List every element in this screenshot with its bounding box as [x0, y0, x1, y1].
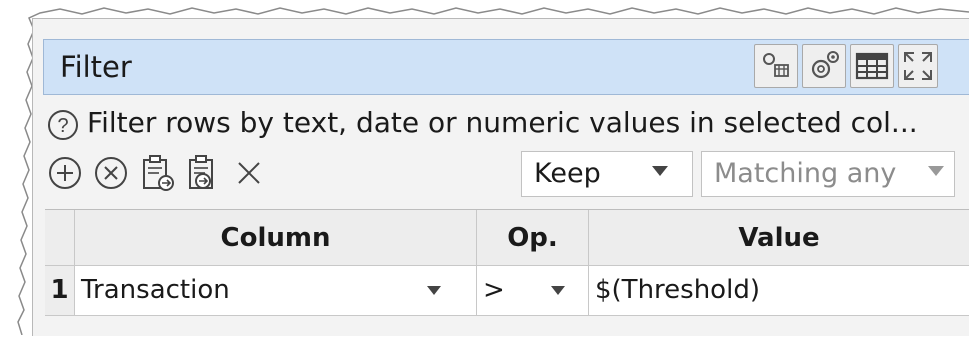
paste-replace-icon — [189, 155, 213, 189]
link-settings-icon — [763, 53, 789, 77]
paste-replace-button[interactable] — [183, 153, 223, 193]
column-select[interactable]: Transaction — [75, 266, 477, 316]
column-header-op[interactable]: Op. — [477, 210, 589, 266]
filter-table: Column Op. Value 1 Transaction > $(Thres… — [45, 209, 969, 337]
matching-select-value: Matching any — [714, 158, 897, 189]
column-select-value: Transaction — [81, 275, 230, 305]
value-field[interactable]: $(Threshold) — [589, 266, 969, 316]
chevron-down-icon — [928, 166, 944, 176]
clear-button[interactable] — [229, 153, 269, 193]
gear-icon — [811, 51, 839, 79]
table-icon — [855, 52, 889, 80]
add-icon — [49, 157, 81, 189]
clear-icon — [238, 162, 260, 184]
help-icon[interactable]: ? — [47, 109, 79, 141]
keep-select-value: Keep — [534, 158, 601, 189]
svg-text:?: ? — [57, 115, 68, 137]
maximize-button[interactable] — [898, 44, 938, 88]
remove-icon — [95, 157, 127, 189]
add-row-button[interactable] — [45, 153, 85, 193]
operator-select[interactable]: > — [477, 266, 589, 316]
chevron-down-icon — [652, 166, 668, 176]
matching-select[interactable]: Matching any — [701, 151, 955, 197]
keep-select[interactable]: Keep — [521, 151, 693, 197]
panel-title-bar: Filter — [43, 39, 969, 95]
row-number: 1 — [45, 266, 75, 316]
column-header-value[interactable]: Value — [589, 210, 969, 266]
remove-row-button[interactable] — [91, 153, 131, 193]
filter-panel: Filter ? Filter rows by text, date or nu… — [32, 18, 969, 336]
operator-select-value: > — [483, 275, 505, 305]
panel-description: Filter rows by text, date or numeric val… — [87, 106, 918, 139]
paste-into-button[interactable] — [137, 153, 177, 193]
chevron-down-icon — [551, 286, 565, 295]
column-header-column[interactable]: Column — [75, 210, 477, 266]
link-settings-button[interactable] — [754, 44, 798, 88]
value-field-text: $(Threshold) — [595, 275, 760, 305]
settings-button[interactable] — [802, 44, 846, 88]
column-header-rownum — [45, 210, 75, 266]
data-table-button[interactable] — [850, 44, 894, 88]
expand-icon — [904, 52, 932, 80]
paste-into-icon — [143, 155, 174, 191]
panel-title: Filter — [60, 50, 132, 84]
chevron-down-icon — [427, 286, 441, 295]
